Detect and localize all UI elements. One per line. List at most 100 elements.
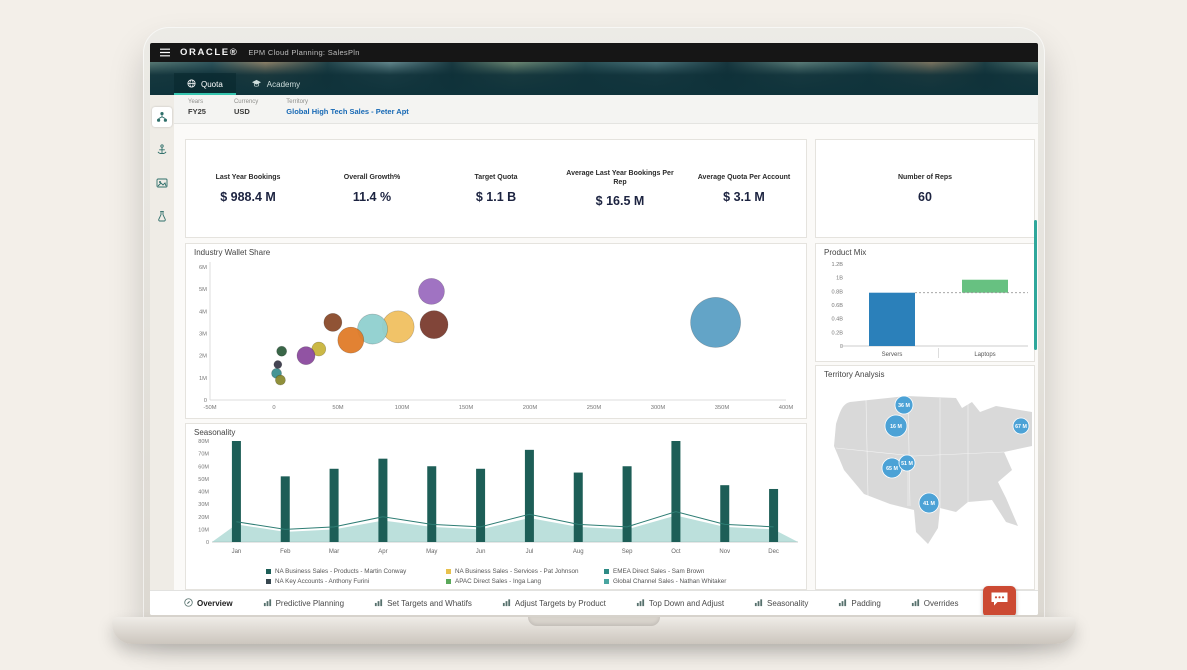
legend-item: NA Business Sales - Products - Martin Co…: [266, 568, 446, 575]
kpi-number-of-reps: Number of Reps 60: [815, 139, 1035, 238]
pov-value[interactable]: FY25: [188, 107, 206, 116]
chart-icon: [636, 598, 645, 609]
bottom-tab-overview[interactable]: Overview: [184, 598, 233, 609]
svg-text:3M: 3M: [199, 332, 207, 338]
svg-text:1.2B: 1.2B: [831, 262, 843, 268]
pov-label: Currency: [234, 99, 258, 105]
bottom-tab-adjust-targets-by-product[interactable]: Adjust Targets by Product: [502, 598, 606, 609]
nav-tabs: Quota Academy: [174, 73, 313, 95]
svg-text:30M: 30M: [198, 502, 209, 508]
tab-label: Academy: [267, 80, 300, 89]
legend-swatch: [446, 569, 451, 574]
pov-value[interactable]: Global High Tech Sales - Peter Apt: [286, 107, 409, 116]
kpi-label: Target Quota: [474, 173, 517, 182]
svg-text:41 M: 41 M: [923, 501, 935, 507]
legend-item: EMEA Direct Sales - Sam Brown: [604, 568, 726, 575]
laptop-base: [112, 617, 1076, 644]
hierarchy-icon[interactable]: [152, 107, 172, 127]
legend-swatch: [604, 579, 609, 584]
kpi-value: $ 1.1 B: [476, 190, 516, 204]
seasonality-chart[interactable]: 010M20M30M40M50M60M70M80MJanFebMarAprMay…: [188, 436, 804, 566]
kpi-label: Average Last Year Bookings Per Rep: [564, 169, 676, 187]
chat-feedback-button[interactable]: [983, 586, 1016, 615]
anchor-icon[interactable]: [152, 140, 172, 160]
svg-text:1M: 1M: [199, 376, 207, 382]
bottom-tab-label: Overview: [197, 599, 233, 608]
tab-academy[interactable]: Academy: [238, 73, 313, 95]
svg-text:Feb: Feb: [280, 549, 291, 555]
kpi-target-quota: Target Quota $ 1.1 B: [434, 140, 558, 237]
svg-text:Jan: Jan: [232, 549, 242, 555]
bottom-tab-label: Overrides: [924, 599, 959, 608]
chat-icon: [990, 591, 1009, 612]
svg-text:80M: 80M: [198, 439, 209, 445]
svg-text:0.2B: 0.2B: [831, 330, 843, 336]
panel-title: Industry Wallet Share: [186, 244, 806, 257]
legend-item: NA Key Accounts - Anthony Furini: [266, 578, 446, 585]
svg-text:0.6B: 0.6B: [831, 303, 843, 309]
bottom-tab-label: Padding: [851, 599, 880, 608]
kpi-label: Overall Growth%: [344, 173, 400, 182]
kpi-value: $ 16.5 M: [596, 194, 645, 208]
svg-text:100M: 100M: [395, 405, 410, 411]
svg-text:20M: 20M: [198, 515, 209, 521]
bottom-tab-top-down-and-adjust[interactable]: Top Down and Adjust: [636, 598, 724, 609]
kpi-label: Average Quota Per Account: [698, 173, 790, 182]
legend-label: EMEA Direct Sales - Sam Brown: [613, 568, 704, 575]
bottom-tab-bar: Overview Predictive Planning Set Targets a…: [150, 590, 1038, 615]
legend-item: APAC Direct Sales - Inga Lang: [446, 578, 604, 585]
bottom-tab-seasonality[interactable]: Seasonality: [754, 598, 808, 609]
pov-value[interactable]: USD: [234, 107, 258, 116]
svg-text:51 M: 51 M: [901, 461, 913, 467]
legend-label: Global Channel Sales - Nathan Whitaker: [613, 578, 726, 585]
banner: Quota Academy: [150, 62, 1038, 95]
chart-icon: [374, 598, 383, 609]
bottom-tab-predictive-planning[interactable]: Predictive Planning: [263, 598, 344, 609]
app-title: EPM Cloud Planning: SalesPln: [248, 48, 359, 57]
svg-text:0: 0: [204, 398, 207, 404]
svg-text:0: 0: [206, 540, 209, 546]
kpi-average-last-year-bookings-per-rep: Average Last Year Bookings Per Rep $ 16.5…: [558, 140, 682, 237]
bottom-tab-set-targets-and-whatifs[interactable]: Set Targets and Whatifs: [374, 598, 472, 609]
svg-text:Mar: Mar: [329, 549, 339, 555]
kpi-value: $ 988.4 M: [220, 190, 276, 204]
legend-label: NA Business Sales - Products - Martin Co…: [275, 568, 406, 575]
legend-swatch: [604, 569, 609, 574]
svg-text:10M: 10M: [198, 527, 209, 533]
gallery-icon[interactable]: [152, 173, 172, 193]
svg-text:40M: 40M: [198, 490, 209, 496]
svg-text:Dec: Dec: [768, 549, 779, 555]
bottom-tab-label: Set Targets and Whatifs: [387, 599, 472, 608]
svg-text:0: 0: [272, 405, 275, 411]
title-bar: ORACLE® EPM Cloud Planning: SalesPln: [150, 43, 1038, 62]
svg-text:Aug: Aug: [573, 549, 584, 555]
pov-years[interactable]: Years FY25: [188, 99, 206, 123]
legend-swatch: [266, 579, 271, 584]
svg-text:Sep: Sep: [622, 549, 633, 555]
bottom-tab-label: Adjust Targets by Product: [515, 599, 606, 608]
pov-territory[interactable]: TerritoryGlobal High Tech Sales - Peter …: [286, 99, 409, 123]
svg-text:0: 0: [840, 344, 843, 350]
chart-icon: [502, 598, 511, 609]
bottom-tab-overrides[interactable]: Overrides: [911, 598, 959, 609]
tab-quota[interactable]: Quota: [174, 73, 236, 95]
pov-label: Years: [188, 99, 206, 105]
industry-wallet-share-chart[interactable]: 01M2M3M4M5M6M-50M050M100M150M200M250M300…: [188, 258, 804, 416]
beaker-icon[interactable]: [152, 206, 172, 226]
pov-currency[interactable]: Currency USD: [234, 99, 258, 123]
svg-text:Oct: Oct: [671, 549, 681, 555]
bottom-tab-padding[interactable]: Padding: [838, 598, 880, 609]
legend-item: Global Channel Sales - Nathan Whitaker: [604, 578, 726, 585]
svg-text:350M: 350M: [715, 405, 730, 411]
menu-icon[interactable]: [160, 48, 170, 57]
dashboard: Last Year Bookings$ 988.4 MOverall Growt…: [174, 124, 1038, 590]
pov-bar: Years FY25 Currency USD TerritoryGlobal High…: [174, 95, 1038, 124]
academy-cap-icon: [251, 79, 262, 90]
svg-text:1B: 1B: [836, 276, 843, 282]
svg-text:-50M: -50M: [203, 405, 216, 411]
scrollbar[interactable]: [1034, 220, 1037, 350]
territory-analysis-map[interactable]: 36 M16 M67 M65 M51 M41 M: [828, 386, 1032, 586]
tab-label: Quota: [201, 80, 223, 89]
product-mix-chart[interactable]: 00.2B0.4B0.6B0.8B1B1.2BServersLaptops: [818, 258, 1034, 360]
svg-text:150M: 150M: [459, 405, 474, 411]
